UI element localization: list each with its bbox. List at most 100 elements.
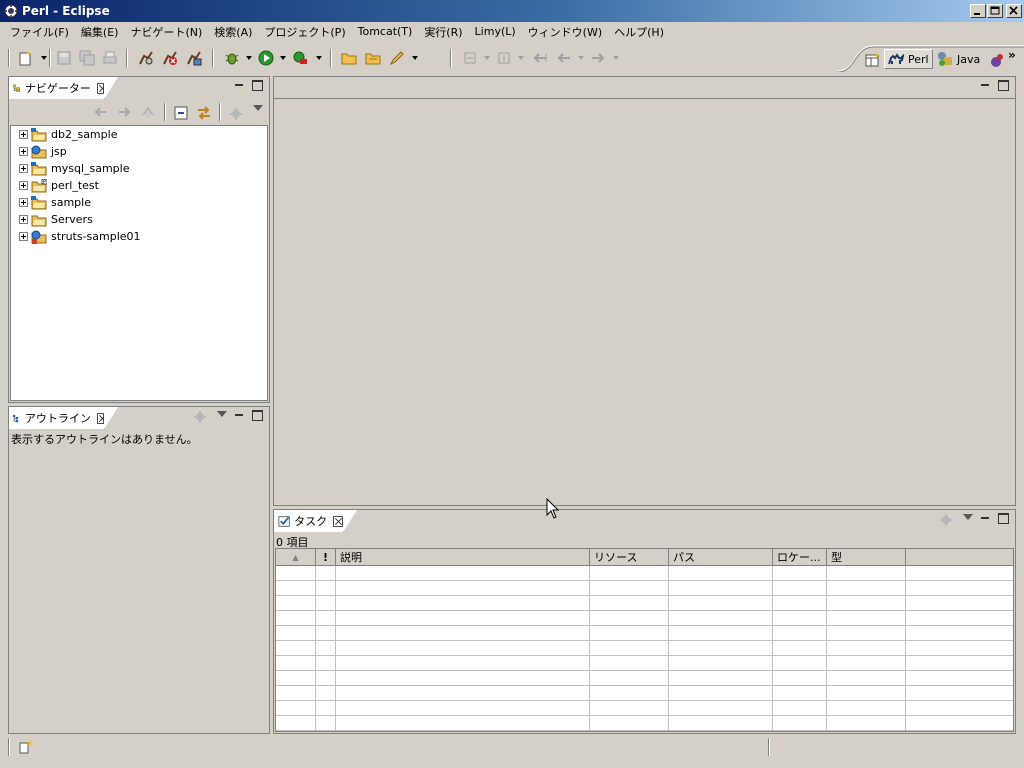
column-header-location[interactable]: ロケー... <box>773 549 827 565</box>
menu-limy[interactable]: Limy(L) <box>469 25 522 38</box>
tree-item[interactable]: mysql_sample <box>11 160 130 177</box>
minimize-view-icon[interactable] <box>980 513 991 524</box>
close-icon[interactable] <box>333 515 343 527</box>
link-with-editor-icon[interactable] <box>196 105 212 121</box>
external-tools-icon[interactable] <box>292 50 308 66</box>
maximize-button[interactable] <box>987 4 1003 18</box>
tasks-tab[interactable]: タスク <box>274 510 357 532</box>
open-type-icon[interactable] <box>341 50 357 66</box>
forward-icon[interactable] <box>590 50 606 66</box>
forward-icon[interactable] <box>117 105 131 119</box>
open-resource-icon[interactable] <box>365 50 381 66</box>
minimize-editor-icon[interactable] <box>980 80 991 91</box>
filter-icon[interactable] <box>229 107 243 121</box>
menu-file[interactable]: ファイル(F) <box>4 24 75 40</box>
next-annotation-dropdown[interactable] <box>484 56 490 60</box>
tree-item[interactable]: struts-sample01 <box>11 228 141 245</box>
open-perspective-icon[interactable] <box>864 52 880 68</box>
expand-icon[interactable] <box>19 215 28 224</box>
maximize-editor-icon[interactable] <box>998 80 1009 91</box>
view-menu-icon[interactable] <box>957 513 973 527</box>
maximize-view-icon[interactable] <box>998 513 1009 524</box>
expand-icon[interactable] <box>19 198 28 207</box>
navigator-tab[interactable]: ナビゲーター <box>9 77 118 99</box>
table-row <box>276 701 1013 716</box>
tree-item[interactable]: db2_sample <box>11 126 117 143</box>
column-header-path[interactable]: パス <box>669 549 773 565</box>
perl-project-icon: P <box>31 178 47 192</box>
tree-item[interactable]: P perl_test <box>11 177 99 194</box>
back-dropdown[interactable] <box>578 56 584 60</box>
search-pencil-icon[interactable] <box>389 50 405 66</box>
run-dropdown[interactable] <box>280 56 286 60</box>
toolbar-separator <box>164 103 166 121</box>
fast-view-icon[interactable] <box>18 739 34 755</box>
more-perspectives-button[interactable]: » <box>1008 48 1016 62</box>
forward-dropdown[interactable] <box>613 56 619 60</box>
tree-item[interactable]: jsp <box>11 143 67 160</box>
tree-item[interactable]: Servers <box>11 211 93 228</box>
back-icon[interactable] <box>556 50 572 66</box>
new-dropdown[interactable] <box>41 56 47 60</box>
next-annotation-icon[interactable] <box>462 50 478 66</box>
status-separator <box>768 738 770 756</box>
menu-edit[interactable]: 編集(E) <box>75 24 125 40</box>
java-perspective-button[interactable]: Java <box>934 49 983 69</box>
debug-dropdown[interactable] <box>246 56 252 60</box>
up-icon[interactable] <box>141 105 155 119</box>
perl-perspective-button[interactable]: Perl <box>884 49 933 69</box>
column-header-priority[interactable]: ! <box>316 549 336 565</box>
search-dropdown[interactable] <box>412 56 418 60</box>
print-icon[interactable] <box>102 50 118 66</box>
column-header-description[interactable]: 説明 <box>336 549 590 565</box>
other-perspective-icon[interactable] <box>990 52 1006 68</box>
debug-icon[interactable] <box>224 50 240 66</box>
minimize-view-icon[interactable] <box>234 80 245 91</box>
column-header-type[interactable]: 型 <box>827 549 906 565</box>
close-icon[interactable] <box>96 82 104 94</box>
external-tools-dropdown[interactable] <box>316 56 322 60</box>
new-icon[interactable] <box>18 50 34 66</box>
column-header-sort[interactable]: ▲ <box>276 549 316 565</box>
view-menu-icon[interactable] <box>211 410 227 424</box>
tree-item[interactable]: sample <box>11 194 91 211</box>
outline-tab[interactable]: アウトライン <box>9 407 118 429</box>
table-row <box>276 566 1013 581</box>
close-icon[interactable] <box>96 412 104 424</box>
menu-navigate[interactable]: ナビゲート(N) <box>124 24 208 40</box>
prev-annotation-dropdown[interactable] <box>518 56 524 60</box>
menu-window[interactable]: ウィンドウ(W) <box>522 24 608 40</box>
collapse-all-icon[interactable] <box>174 106 188 120</box>
perl-debug-icon[interactable] <box>138 50 154 66</box>
filter-icon[interactable] <box>193 410 207 424</box>
menu-run[interactable]: 実行(R) <box>418 24 468 40</box>
expand-icon[interactable] <box>19 232 28 241</box>
title-bar[interactable]: Perl - Eclipse <box>0 0 1024 22</box>
close-button[interactable] <box>1006 4 1022 18</box>
menu-project[interactable]: プロジェクト(P) <box>258 24 351 40</box>
expand-icon[interactable] <box>19 164 28 173</box>
java-perspective-label: Java <box>957 52 981 66</box>
save-icon[interactable] <box>56 50 72 66</box>
expand-icon[interactable] <box>19 147 28 156</box>
expand-icon[interactable] <box>19 181 28 190</box>
menu-help[interactable]: ヘルプ(H) <box>608 24 670 40</box>
prev-annotation-icon[interactable] <box>496 50 512 66</box>
camel-icon <box>888 53 904 65</box>
expand-icon[interactable] <box>19 130 28 139</box>
perl-refresh-icon[interactable] <box>186 50 202 66</box>
menu-tomcat[interactable]: Tomcat(T) <box>352 25 419 38</box>
minimize-button[interactable] <box>970 4 986 18</box>
save-all-icon[interactable] <box>79 50 95 66</box>
filter-icon[interactable] <box>939 513 953 527</box>
column-header-resource[interactable]: リソース <box>590 549 669 565</box>
run-icon[interactable] <box>258 50 274 66</box>
menu-search[interactable]: 検索(A) <box>208 24 258 40</box>
last-edit-icon[interactable] <box>532 50 548 66</box>
maximize-view-icon[interactable] <box>252 410 263 421</box>
view-menu-icon[interactable] <box>253 105 263 111</box>
back-icon[interactable] <box>94 105 108 119</box>
minimize-view-icon[interactable] <box>234 410 245 421</box>
perl-stop-icon[interactable] <box>162 50 178 66</box>
maximize-view-icon[interactable] <box>252 80 263 91</box>
